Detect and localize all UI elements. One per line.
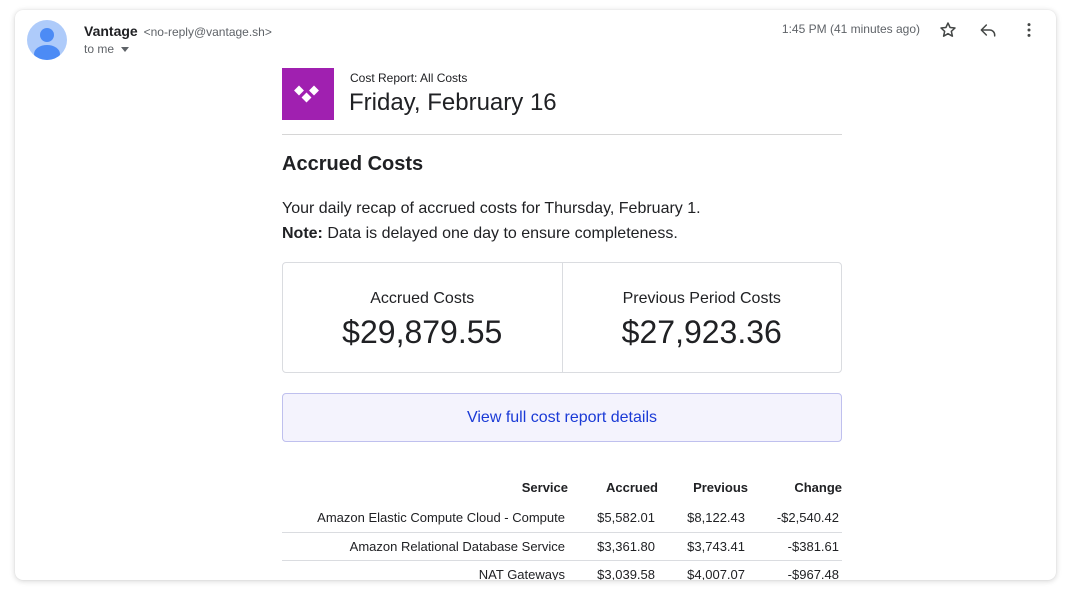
section-title: Accrued Costs bbox=[282, 153, 424, 175]
column-header-change: Change bbox=[794, 480, 842, 495]
reply-button[interactable] bbox=[976, 18, 1000, 42]
sender-name[interactable]: Vantage bbox=[84, 23, 138, 39]
sender-avatar[interactable] bbox=[27, 20, 67, 60]
message-timestamp: 1:45 PM (41 minutes ago) bbox=[781, 22, 920, 36]
cell-accrued: $5,582.01 bbox=[597, 510, 655, 526]
cell-service: Amazon Relational Database Service bbox=[282, 531, 568, 560]
metrics-panel: Accrued Costs $29,879.55 Previous Period… bbox=[282, 262, 842, 373]
metric-accrued-costs: Accrued Costs $29,879.55 bbox=[283, 263, 562, 372]
metric-previous-period-costs: Previous Period Costs $27,923.36 bbox=[561, 263, 842, 372]
caret-down-icon bbox=[121, 46, 130, 52]
header-divider bbox=[282, 134, 842, 135]
report-date: Friday, February 16 bbox=[349, 89, 557, 116]
vantage-logo-icon bbox=[294, 85, 319, 103]
star-button[interactable] bbox=[936, 18, 960, 42]
table-header-row: Service Accrued Previous Change bbox=[282, 480, 842, 504]
cell-change: -$381.61 bbox=[748, 531, 842, 560]
table-row: Amazon Elastic Compute Cloud - Compute $… bbox=[282, 504, 842, 532]
recap-paragraph: Your daily recap of accrued costs for Th… bbox=[282, 196, 842, 246]
cell-previous: $4,007.07 bbox=[658, 559, 748, 580]
note-line: Note: Data is delayed one day to ensure … bbox=[282, 221, 842, 246]
metric-value: $29,879.55 bbox=[342, 314, 503, 350]
metric-label: Previous Period Costs bbox=[622, 290, 781, 307]
more-vert-icon bbox=[1027, 23, 1031, 37]
cell-accrued: $3,361.80 bbox=[568, 531, 658, 560]
metric-value: $27,923.36 bbox=[621, 314, 782, 350]
view-report-details-button[interactable]: View full cost report details bbox=[282, 393, 842, 442]
sender-email: <no-reply@vantage.sh> bbox=[143, 25, 272, 39]
cell-previous: $3,743.41 bbox=[658, 531, 748, 560]
column-header-previous: Previous bbox=[693, 480, 748, 495]
services-table: Service Accrued Previous Change Amazon E… bbox=[282, 480, 842, 580]
cell-service: NAT Gateways bbox=[282, 559, 568, 580]
email-card: Vantage <no-reply@vantage.sh> to me 1:45… bbox=[15, 10, 1056, 580]
note-label: Note: bbox=[282, 225, 323, 242]
report-header: Cost Report: All Costs Friday, February … bbox=[282, 67, 842, 134]
note-text: Data is delayed one day to ensure comple… bbox=[322, 225, 678, 242]
recipient-details-toggle[interactable]: to me bbox=[84, 42, 130, 56]
cell-change: -$967.48 bbox=[748, 559, 842, 580]
more-options-button[interactable] bbox=[1017, 18, 1041, 42]
report-label: Cost Report: All Costs bbox=[350, 71, 468, 85]
reply-icon bbox=[980, 24, 996, 37]
column-header-accrued: Accrued bbox=[605, 480, 658, 495]
cell-previous: $8,122.43 bbox=[687, 510, 745, 526]
email-body: Cost Report: All Costs Friday, February … bbox=[282, 67, 842, 580]
cell-change: -$2,540.42 bbox=[776, 510, 839, 526]
star-icon bbox=[940, 22, 956, 37]
table-row: Amazon Relational Database Service $3,36… bbox=[282, 531, 842, 560]
recipient-label: to me bbox=[84, 42, 115, 56]
recap-text: Your daily recap of accrued costs for Th… bbox=[282, 200, 701, 217]
sender-line: Vantage <no-reply@vantage.sh> bbox=[84, 22, 272, 41]
table-row: NAT Gateways $3,039.58 $4,007.07 -$967.4… bbox=[282, 559, 842, 580]
cell-accrued: $3,039.58 bbox=[568, 559, 658, 580]
cell-service: Amazon Elastic Compute Cloud - Compute bbox=[317, 510, 565, 526]
metric-label: Accrued Costs bbox=[370, 290, 475, 307]
column-header-service: Service bbox=[521, 480, 568, 495]
vantage-logo bbox=[282, 68, 334, 120]
avatar-person-icon bbox=[34, 28, 60, 60]
